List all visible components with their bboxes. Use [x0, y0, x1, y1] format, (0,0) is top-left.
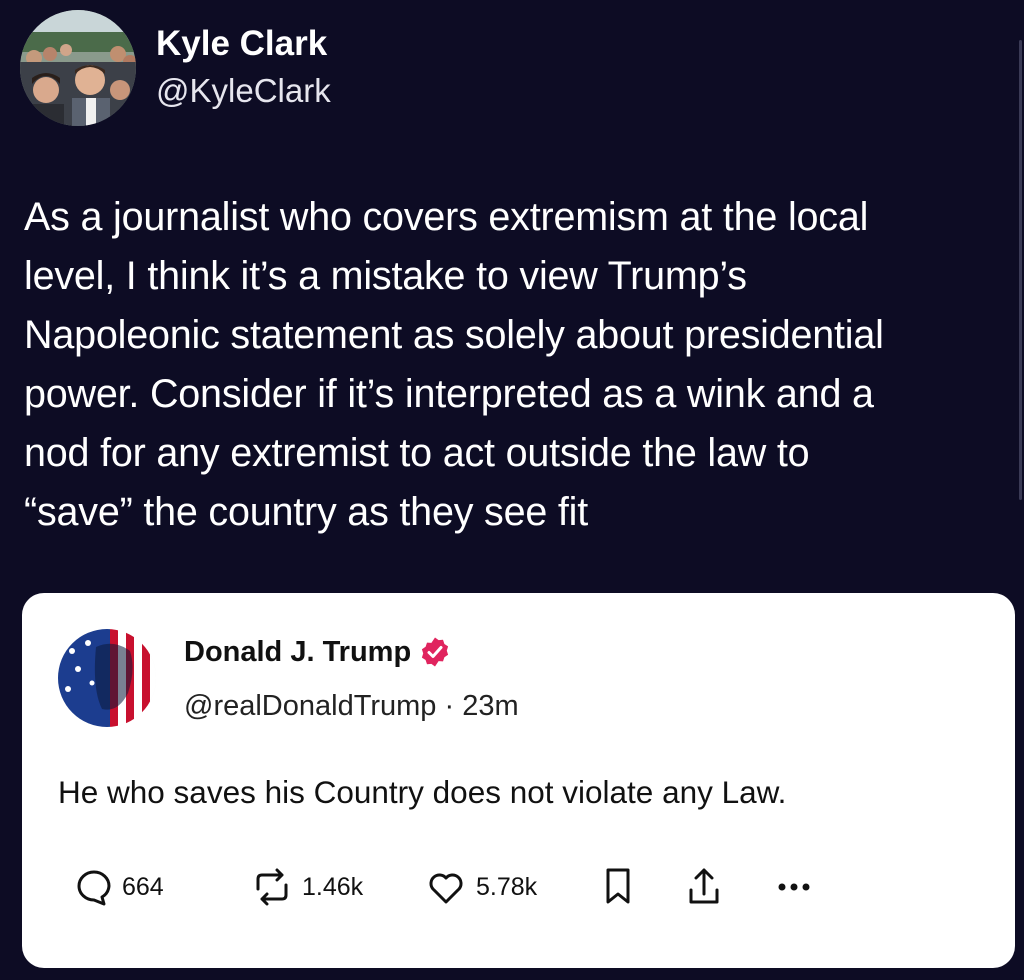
tweet-text-line: power. Consider if it’s interpreted as a… — [24, 372, 874, 416]
bookmark-icon — [600, 866, 636, 908]
quoted-author-handle[interactable]: @realDonaldTrump — [184, 690, 436, 722]
quoted-post-card[interactable]: Donald J. Trump @realDonaldTrump · 23m H… — [22, 593, 1015, 968]
like-button[interactable]: 5.78k — [424, 863, 537, 911]
reply-count: 664 — [122, 873, 164, 901]
reply-icon — [74, 867, 114, 907]
reply-button[interactable]: 664 — [74, 863, 164, 911]
author-name[interactable]: Kyle Clark — [156, 22, 327, 66]
more-button[interactable] — [774, 863, 814, 911]
avatar[interactable] — [20, 10, 136, 126]
heart-icon — [424, 867, 468, 907]
post-timestamp[interactable]: 23m — [462, 690, 518, 722]
tweet-text-line: “save” the country as they see fit — [24, 490, 589, 534]
verified-badge-icon — [419, 636, 451, 668]
quoted-author-row: Donald J. Trump — [184, 633, 451, 671]
repost-button[interactable]: 1.46k — [250, 863, 363, 911]
tweet-text-line: nod for any extremist to act outside the… — [24, 431, 810, 475]
action-bar: 664 1.46k 5.78k — [74, 863, 810, 911]
tweet-text-line: level, I think it’s a mistake to view Tr… — [24, 254, 747, 298]
quoted-author-meta: @realDonaldTrump · 23m — [184, 687, 519, 725]
share-icon — [684, 865, 724, 909]
more-icon — [774, 867, 814, 907]
tweet-text: As a journalist who covers extremism at … — [24, 188, 1009, 542]
repost-count: 1.46k — [302, 873, 364, 901]
quoted-author-name[interactable]: Donald J. Trump — [184, 633, 411, 671]
bookmark-button[interactable] — [600, 863, 636, 911]
author-handle[interactable]: @KyleClark — [156, 70, 331, 112]
quoted-author-avatar[interactable] — [58, 629, 156, 727]
share-button[interactable] — [684, 863, 724, 911]
like-count: 5.78k — [476, 873, 538, 901]
quoted-post-text: He who saves his Country does not violat… — [58, 774, 787, 810]
meta-separator: · — [444, 690, 463, 722]
tweet-text-line: Napoleonic statement as solely about pre… — [24, 313, 884, 357]
tweet-text-line: As a journalist who covers extremism at … — [24, 195, 869, 239]
scrollbar[interactable] — [1019, 40, 1022, 500]
repost-icon — [250, 867, 294, 907]
